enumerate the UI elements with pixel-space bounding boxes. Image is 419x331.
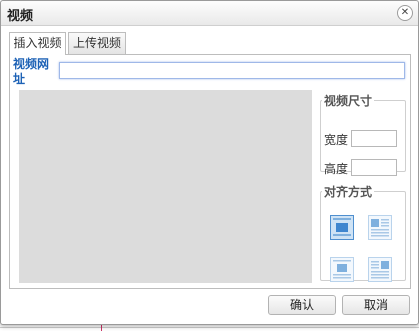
video-url-input[interactable] [59,62,405,79]
confirm-button[interactable]: 确认 [268,295,336,315]
video-dialog: 视频 ✕ 插入视频 上传视频 视频网址 视频尺寸 宽度 高度 对齐方式 确认 取… [0,0,419,325]
dialog-titlebar[interactable]: 视频 ✕ [1,1,418,26]
dialog-title: 视频 [7,9,34,24]
tab-insert-video[interactable]: 插入视频 [9,32,66,55]
tab-upload-video[interactable]: 上传视频 [68,32,126,54]
alignment-legend: 对齐方式 [324,185,373,199]
insert-video-panel: 视频网址 视频尺寸 宽度 高度 对齐方式 [9,54,411,289]
width-input[interactable] [351,130,397,147]
video-size-group: 视频尺寸 宽度 高度 [320,92,406,176]
cancel-button[interactable]: 取消 [342,295,410,315]
height-label: 高度 [324,162,349,176]
width-label: 宽度 [324,133,349,147]
align-left-icon[interactable] [368,215,392,240]
align-center-icon[interactable] [330,257,354,282]
video-size-legend: 视频尺寸 [324,94,373,108]
height-input[interactable] [351,159,397,176]
close-icon[interactable]: ✕ [397,5,413,21]
alignment-group: 对齐方式 [320,183,406,282]
background-line [0,327,419,328]
align-right-icon[interactable] [368,257,392,282]
align-none-icon[interactable] [330,215,354,240]
video-url-label: 视频网址 [13,57,50,86]
video-preview-area [19,90,312,283]
